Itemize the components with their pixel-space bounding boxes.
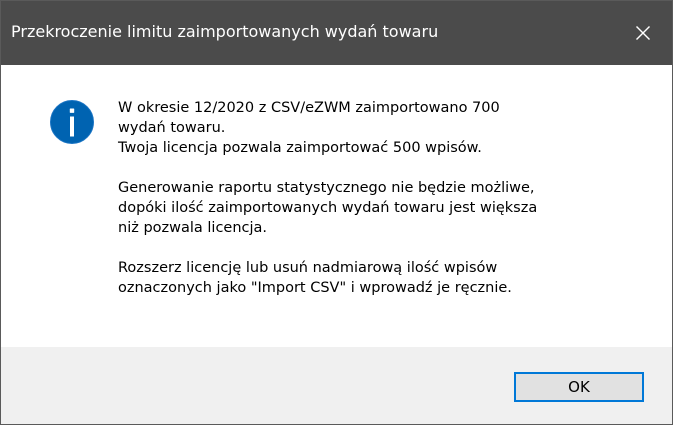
- message-paragraph: Generowanie raportu statystycznego nie b…: [118, 178, 648, 238]
- ok-button[interactable]: OK: [514, 372, 644, 402]
- info-icon: [50, 100, 94, 144]
- message-line: W okresie 12/2020 z CSV/eZWM zaimportowa…: [118, 100, 500, 116]
- close-icon: [636, 26, 650, 40]
- message-paragraph: W okresie 12/2020 z CSV/eZWM zaimportowa…: [118, 98, 648, 158]
- message-paragraph: Rozszerz licencję lub usuń nadmiarową il…: [118, 258, 648, 298]
- button-area: OK: [1, 347, 672, 424]
- message-line: Generowanie raportu statystycznego nie b…: [118, 180, 535, 196]
- message-line: oznaczonych jako "Import CSV" i wprowadź…: [118, 280, 512, 296]
- title-bar[interactable]: Przekroczenie limitu zaimportowanych wyd…: [1, 1, 672, 65]
- dialog-title: Przekroczenie limitu zaimportowanych wyd…: [11, 22, 439, 41]
- message-line: niż pozwala licencja.: [118, 220, 268, 236]
- message-line: Twoja licencja pozwala zaimportować 500 …: [118, 140, 482, 156]
- dialog-window: Przekroczenie limitu zaimportowanych wyd…: [0, 0, 673, 425]
- close-button[interactable]: [614, 1, 672, 65]
- message-line: wydań towaru.: [118, 120, 226, 136]
- message-text: W okresie 12/2020 z CSV/eZWM zaimportowa…: [118, 98, 648, 298]
- ok-button-label: OK: [568, 378, 590, 396]
- dialog-content: W okresie 12/2020 z CSV/eZWM zaimportowa…: [1, 65, 672, 347]
- message-line: Rozszerz licencję lub usuń nadmiarową il…: [118, 260, 498, 276]
- message-line: dopóki ilość zaimportowanych wydań towar…: [118, 200, 538, 216]
